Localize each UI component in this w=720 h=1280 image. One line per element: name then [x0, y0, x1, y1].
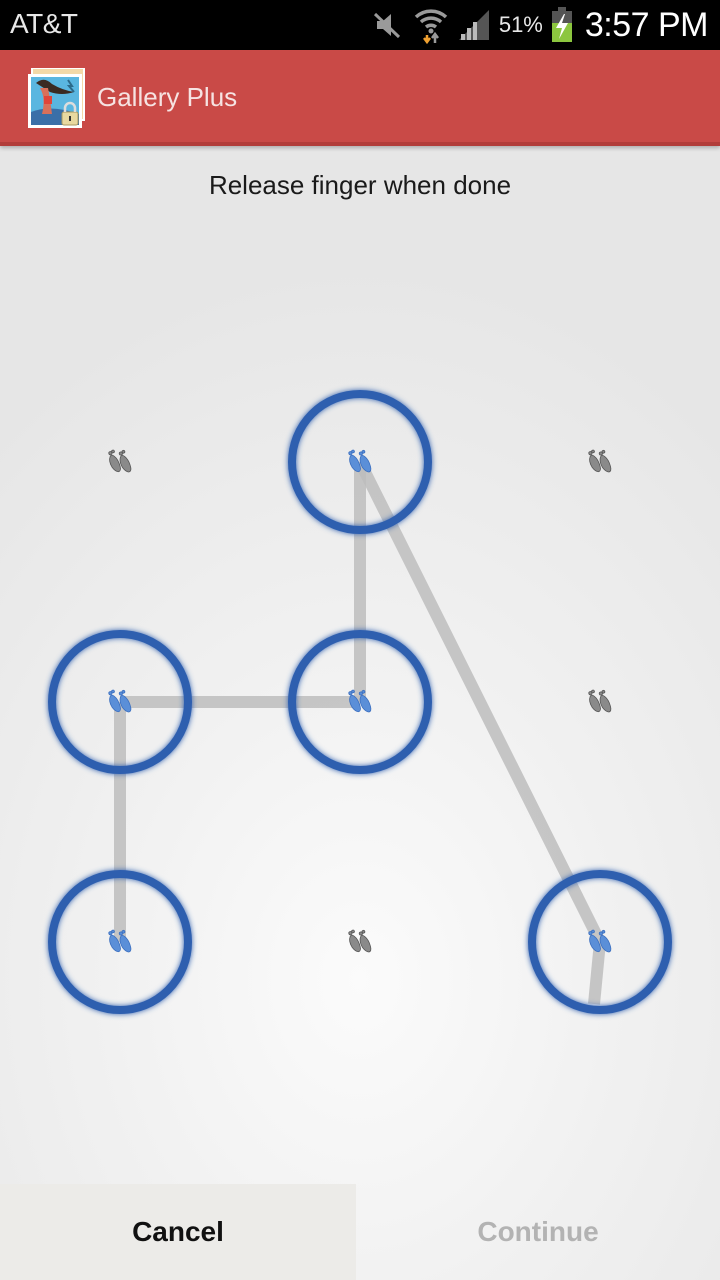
- continue-button[interactable]: Continue: [356, 1184, 720, 1280]
- footprint-icon: [106, 446, 133, 477]
- footprint-icon: [346, 446, 373, 477]
- pattern-node-1-2[interactable]: [586, 686, 613, 717]
- bottom-button-bar: Cancel Continue: [0, 1184, 720, 1280]
- pattern-lock[interactable]: [0, 0, 720, 1280]
- cancel-button[interactable]: Cancel: [0, 1184, 356, 1280]
- footprint-icon: [346, 926, 373, 957]
- pattern-segment: [354, 459, 606, 945]
- pattern-node-0-2[interactable]: [586, 446, 613, 477]
- pattern-node-2-1[interactable]: [346, 926, 373, 957]
- pattern-node-0-0[interactable]: [106, 446, 133, 477]
- footprint-icon: [586, 446, 613, 477]
- footprint-icon: [106, 686, 133, 717]
- pattern-path: [114, 459, 606, 1005]
- footprint-icon: [586, 686, 613, 717]
